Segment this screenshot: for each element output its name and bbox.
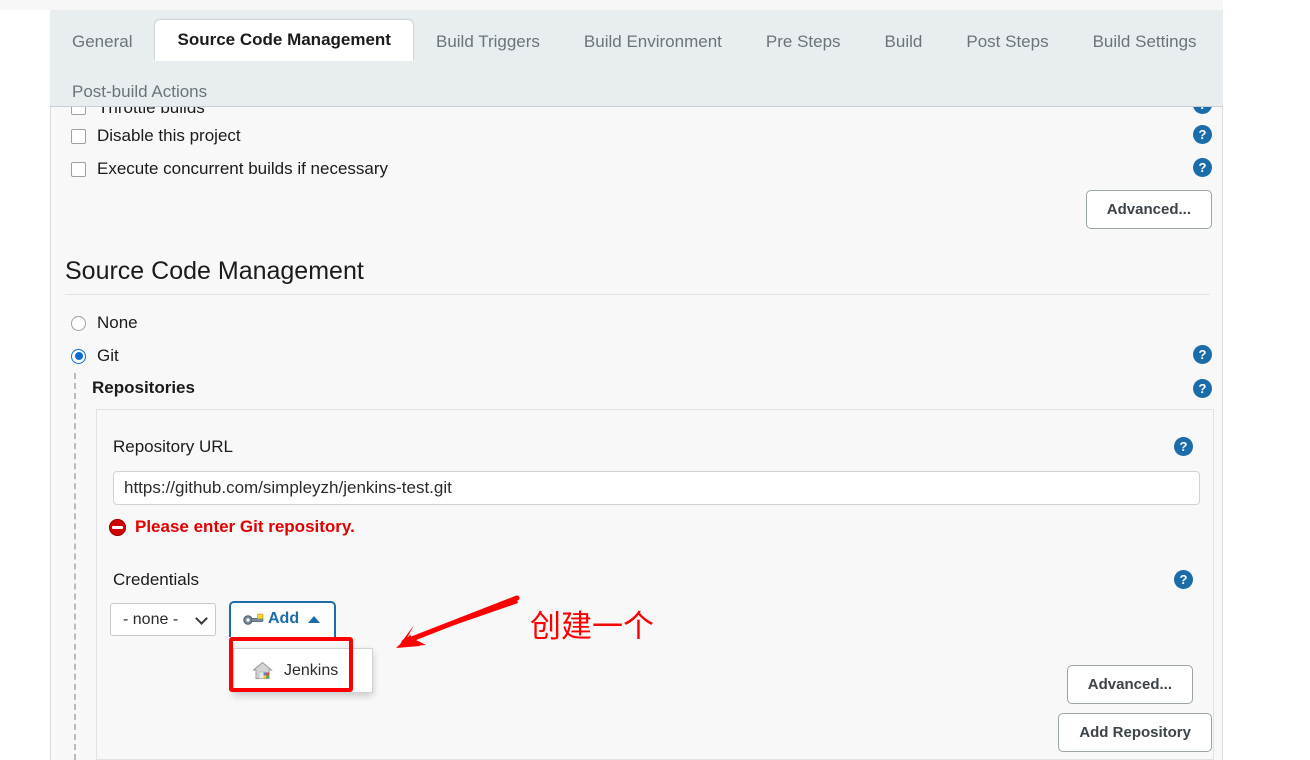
concurrent-builds-checkbox[interactable]: [71, 161, 86, 177]
tabbar-row-1: General Source Code Management Build Tri…: [50, 19, 1219, 64]
page-top-strip: [0, 0, 1310, 10]
repositories-label: Repositories: [92, 378, 195, 397]
help-icon-repositories[interactable]: ?: [1193, 379, 1212, 398]
throttle-builds-checkbox[interactable]: [71, 107, 86, 115]
repository-url-label: Repository URL: [113, 437, 233, 456]
scm-option-none-label: None: [97, 313, 138, 332]
credentials-label: Credentials: [113, 570, 199, 589]
config-content-panel: Throttle builds ? Disable this project ?…: [50, 107, 1223, 760]
tab-build-environment[interactable]: Build Environment: [562, 22, 744, 62]
git-nesting-guide: [74, 373, 76, 760]
jenkins-job-config-page: General Source Code Management Build Tri…: [0, 0, 1310, 760]
tab-build-settings[interactable]: Build Settings: [1071, 22, 1219, 62]
scm-option-git[interactable]: Git: [71, 346, 119, 366]
repository-advanced-button[interactable]: Advanced...: [1066, 665, 1193, 704]
tabbar-row-2: Post-build Actions: [50, 72, 229, 112]
scm-radio-none[interactable]: [71, 315, 86, 331]
tab-post-build-actions[interactable]: Post-build Actions: [50, 72, 229, 112]
scm-radio-git[interactable]: [71, 348, 86, 364]
credentials-select[interactable]: - none -: [110, 603, 216, 636]
tab-pre-steps[interactable]: Pre Steps: [744, 22, 863, 62]
concurrent-builds-row: Execute concurrent builds if necessary: [71, 159, 388, 179]
help-icon-git[interactable]: ?: [1193, 345, 1212, 364]
throttle-builds-row-cutoff: Throttle builds: [51, 107, 1222, 116]
add-repository-button[interactable]: Add Repository: [1058, 713, 1212, 752]
caret-up-icon: [308, 615, 321, 623]
credentials-select-wrap: - none -: [110, 603, 216, 636]
error-circle-icon: [109, 518, 126, 536]
repository-url-error: Please enter Git repository.: [109, 517, 355, 537]
help-icon-repository-url[interactable]: ?: [1174, 437, 1193, 456]
concurrent-builds-label: Execute concurrent builds if necessary: [97, 159, 389, 178]
credentials-add-button[interactable]: Add: [229, 601, 337, 637]
page-right-margin: [1223, 0, 1310, 760]
scm-section-divider: [65, 294, 1210, 295]
tab-build[interactable]: Build: [863, 22, 945, 62]
scm-option-none[interactable]: None: [71, 313, 138, 333]
tab-general[interactable]: General: [50, 22, 154, 62]
help-icon-credentials[interactable]: ?: [1174, 570, 1193, 589]
annotation-text: 创建一个: [530, 609, 654, 645]
general-advanced-button[interactable]: Advanced...: [1085, 190, 1212, 229]
tab-post-steps[interactable]: Post Steps: [944, 22, 1070, 62]
throttle-builds-label: Throttle builds: [98, 107, 205, 116]
scm-section-title: Source Code Management: [65, 257, 364, 285]
disable-project-checkbox[interactable]: [71, 128, 86, 144]
disable-project-label: Disable this project: [97, 126, 241, 145]
disable-project-row: Disable this project: [71, 126, 241, 146]
jenkins-house-icon: [252, 661, 273, 679]
repository-url-input[interactable]: [113, 471, 1200, 505]
config-tabbar: General Source Code Management Build Tri…: [50, 10, 1223, 107]
help-icon-concurrent-builds[interactable]: ?: [1193, 158, 1212, 177]
scm-option-git-label: Git: [97, 346, 119, 365]
help-icon-disable-project[interactable]: ?: [1193, 125, 1212, 144]
credentials-add-menu-item-jenkins[interactable]: Jenkins: [234, 655, 372, 686]
page-left-margin: [0, 10, 50, 760]
tab-build-triggers[interactable]: Build Triggers: [414, 22, 562, 62]
credentials-add-menu: Jenkins: [233, 648, 374, 693]
key-icon: [243, 613, 264, 625]
credentials-add-button-label: Add: [268, 610, 300, 627]
repository-entry-box: [96, 409, 1214, 760]
repository-url-error-text: Please enter Git repository.: [135, 517, 355, 536]
credentials-add-menu-item-label: Jenkins: [284, 661, 339, 679]
tab-source-code-management[interactable]: Source Code Management: [154, 19, 414, 61]
